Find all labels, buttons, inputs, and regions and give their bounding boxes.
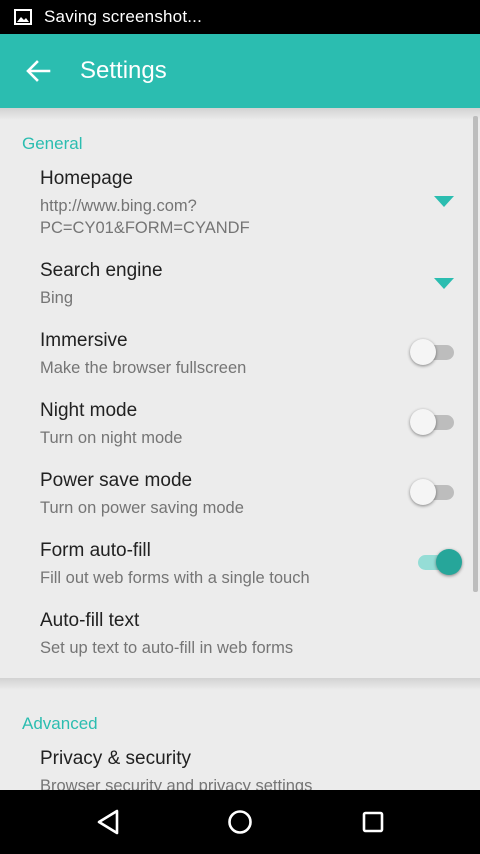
pref-summary: Set up text to auto-fill in web forms xyxy=(40,639,294,657)
pref-title: Form auto-fill xyxy=(40,540,151,561)
pref-summary: Fill out web forms with a single touch xyxy=(40,569,310,587)
form-autofill-switch[interactable] xyxy=(410,547,462,577)
section-header-general: General xyxy=(22,134,83,153)
pref-title: Immersive xyxy=(40,330,128,351)
pref-privacy-security[interactable]: Privacy & security Browser security and … xyxy=(0,736,480,790)
dropdown-arrow-icon[interactable] xyxy=(434,278,454,289)
pref-summary-line2: PC=CY01&FORM=CYANDF xyxy=(40,219,250,237)
pref-power-save-mode[interactable]: Power save mode Turn on power saving mod… xyxy=(0,458,480,528)
switch-thumb xyxy=(410,409,436,435)
image-notification-icon xyxy=(14,9,32,25)
navigation-bar xyxy=(0,790,480,854)
pref-summary: Turn on power saving mode xyxy=(40,499,244,517)
pref-summary: Browser security and privacy settings xyxy=(40,777,313,790)
section-header-advanced: Advanced xyxy=(22,714,98,733)
pref-title: Homepage xyxy=(40,168,133,189)
settings-list[interactable]: General Homepage http://www.bing.com? PC… xyxy=(0,108,480,790)
power-save-switch[interactable] xyxy=(410,477,456,507)
section-divider xyxy=(0,678,480,690)
pref-form-autofill[interactable]: Form auto-fill Fill out web forms with a… xyxy=(0,528,480,598)
arrow-back-icon xyxy=(26,60,51,82)
page-title: Settings xyxy=(80,57,167,84)
pref-title: Auto-fill text xyxy=(40,610,140,631)
pref-summary: Make the browser fullscreen xyxy=(40,359,247,377)
pref-autofill-text[interactable]: Auto-fill text Set up text to auto-fill … xyxy=(0,598,480,668)
pref-search-engine[interactable]: Search engine Bing xyxy=(0,248,480,318)
nav-back-button[interactable] xyxy=(76,802,140,842)
app-bar: Settings xyxy=(0,34,480,108)
pref-summary: Bing xyxy=(40,289,74,307)
immersive-switch[interactable] xyxy=(410,337,456,367)
pref-night-mode[interactable]: Night mode Turn on night mode xyxy=(0,388,480,458)
pref-summary: Turn on night mode xyxy=(40,429,183,447)
back-triangle-icon xyxy=(97,809,119,835)
pref-homepage[interactable]: Homepage http://www.bing.com? PC=CY01&FO… xyxy=(0,156,480,248)
pref-title: Night mode xyxy=(40,400,138,421)
switch-thumb xyxy=(410,479,436,505)
nav-home-button[interactable] xyxy=(208,802,272,842)
pref-immersive[interactable]: Immersive Make the browser fullscreen xyxy=(0,318,480,388)
dropdown-arrow-icon[interactable] xyxy=(434,196,454,207)
pref-title: Power save mode xyxy=(40,470,193,491)
appbar-shadow xyxy=(0,108,480,120)
pref-summary-line1: http://www.bing.com? xyxy=(40,197,197,215)
switch-thumb xyxy=(410,339,436,365)
status-bar: Saving screenshot... xyxy=(0,0,480,34)
nav-recents-button[interactable] xyxy=(341,802,405,842)
home-circle-icon xyxy=(228,810,252,834)
pref-title: Search engine xyxy=(40,260,163,281)
night-mode-switch[interactable] xyxy=(410,407,456,437)
status-notification-text: Saving screenshot... xyxy=(44,7,203,26)
pref-title: Privacy & security xyxy=(40,748,191,769)
recents-square-icon xyxy=(362,811,384,833)
switch-thumb xyxy=(436,549,462,575)
back-button[interactable] xyxy=(0,34,76,108)
